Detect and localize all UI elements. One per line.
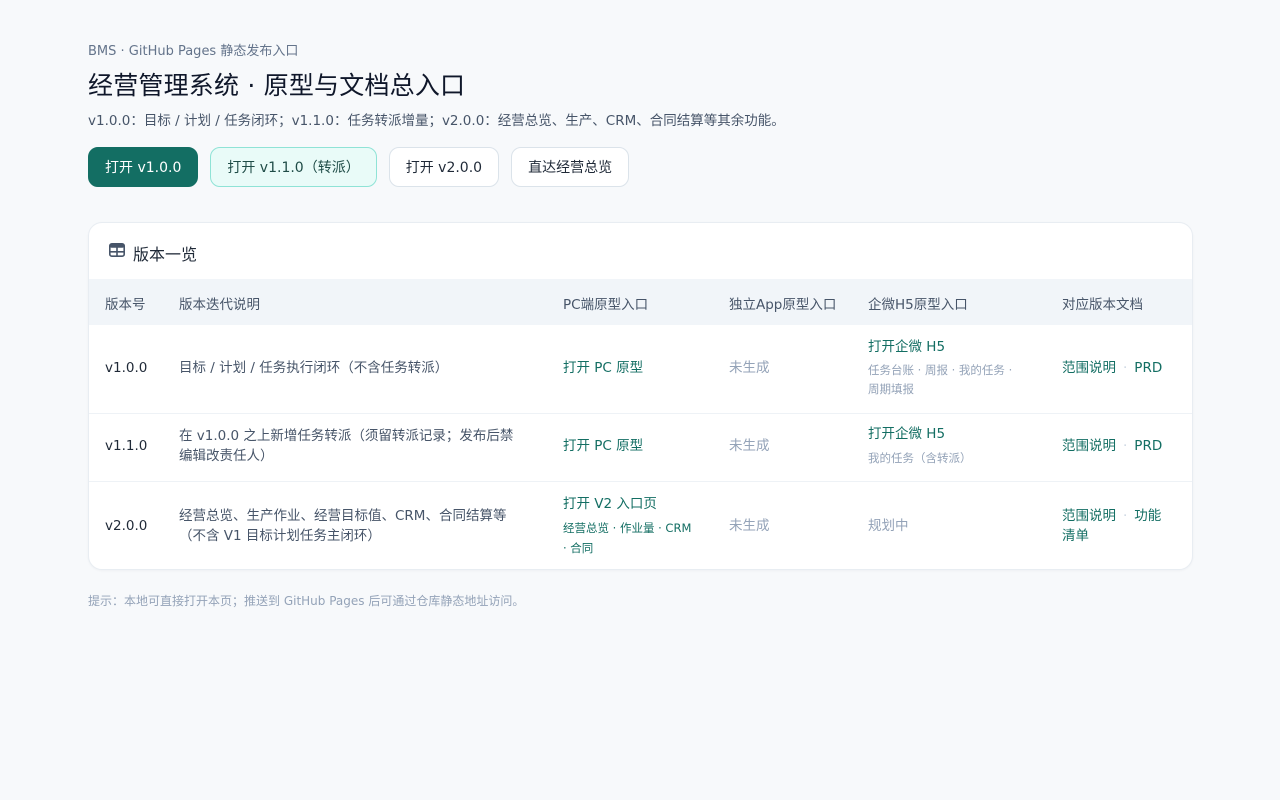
h5-note: 任务台账 · 周报 · 我的任务 · — [868, 363, 1013, 377]
h5-note: 我的任务（含转派） — [868, 451, 972, 465]
th-app-entry: 独立App原型入口 — [729, 297, 837, 313]
th-docs: 对应版本文档 — [1062, 297, 1143, 313]
scope-doc-link[interactable]: 范围说明 — [1062, 438, 1116, 454]
table-row: v1.0.0 目标 / 计划 / 任务执行闭环（不含任务转派） 打开 PC 原型… — [89, 325, 1192, 413]
card-header: 版本一览 — [89, 223, 1192, 279]
separator: · — [1123, 508, 1128, 524]
breadcrumb: BMS · GitHub Pages 静态发布入口 — [88, 44, 299, 59]
prd-doc-link[interactable]: PRD — [1134, 360, 1162, 376]
scope-doc-link[interactable]: 范围说明 — [1062, 360, 1116, 376]
go-business-overview-button[interactable]: 直达经营总览 — [511, 147, 630, 187]
version-number: v1.1.0 — [105, 438, 148, 454]
version-buttons: 打开 v1.0.0 打开 v1.1.0（转派） 打开 v2.0.0 直达经营总览 — [88, 147, 630, 187]
v2-module-links-cont[interactable]: · 合同 — [563, 538, 593, 558]
doc-links: 范围说明 · PRD — [1062, 358, 1162, 378]
version-description-cont: （不含 V1 目标计划任务主闭环） — [179, 528, 381, 544]
th-pc-entry: PC端原型入口 — [563, 297, 649, 313]
versions-card: 版本一览 版本号 版本迭代说明 PC端原型入口 独立App原型入口 企微H5原型… — [88, 222, 1193, 570]
open-pc-prototype-link[interactable]: 打开 PC 原型 — [563, 436, 643, 456]
version-description: 目标 / 计划 / 任务执行闭环（不含任务转派） — [179, 360, 449, 376]
version-description: 在 v1.0.0 之上新增任务转派（须留转派记录；发布后禁 — [179, 428, 514, 444]
version-description: 经营总览、生产作业、经营目标值、CRM、合同结算等 — [179, 508, 507, 524]
separator: · — [1123, 360, 1128, 376]
th-description: 版本迭代说明 — [179, 297, 260, 313]
app-status: 未生成 — [729, 360, 770, 376]
th-version: 版本号 — [105, 297, 146, 313]
footer-hint: 提示：本地可直接打开本页；推送到 GitHub Pages 后可通过仓库静态地址… — [88, 594, 525, 608]
open-h5-link[interactable]: 打开企微 H5 — [868, 337, 945, 357]
h5-note: 周期填报 — [868, 382, 914, 396]
th-h5-entry: 企微H5原型入口 — [868, 297, 968, 313]
open-v1-1-0-button[interactable]: 打开 v1.1.0（转派） — [210, 147, 377, 187]
page-subtitle: v1.0.0：目标 / 计划 / 任务闭环；v1.1.0：任务转派增量；v2.0… — [88, 113, 785, 129]
app-status: 未生成 — [729, 518, 770, 534]
open-v2-entry-link[interactable]: 打开 V2 入口页 — [563, 494, 657, 514]
doc-links: 范围说明 · 功能 — [1062, 506, 1161, 526]
scope-doc-link[interactable]: 范围说明 — [1062, 508, 1116, 524]
app-status: 未生成 — [729, 438, 770, 454]
separator: · — [1123, 438, 1128, 454]
table-row: v1.1.0 在 v1.0.0 之上新增任务转派（须留转派记录；发布后禁 编辑改… — [89, 413, 1192, 482]
table-row: v2.0.0 经营总览、生产作业、经营目标值、CRM、合同结算等 （不含 V1 … — [89, 481, 1192, 569]
v2-module-links[interactable]: 经营总览 · 作业量 · CRM — [563, 518, 691, 538]
open-h5-link[interactable]: 打开企微 H5 — [868, 424, 945, 444]
feature-list-doc-link[interactable]: 功能 — [1134, 508, 1161, 524]
doc-links: 范围说明 · PRD — [1062, 436, 1162, 456]
version-description-cont: 编辑改责任人） — [179, 448, 274, 464]
table-icon — [109, 243, 125, 257]
table-header: 版本号 版本迭代说明 PC端原型入口 独立App原型入口 企微H5原型入口 对应… — [89, 279, 1192, 325]
open-v2-0-0-button[interactable]: 打开 v2.0.0 — [388, 147, 500, 187]
version-number: v2.0.0 — [105, 518, 148, 534]
feature-list-doc-link-cont[interactable]: 清单 — [1062, 526, 1089, 546]
page-title: 经营管理系统 · 原型与文档总入口 — [88, 71, 466, 100]
h5-status: 规划中 — [868, 518, 909, 534]
open-pc-prototype-link[interactable]: 打开 PC 原型 — [563, 358, 643, 378]
card-title: 版本一览 — [133, 245, 198, 264]
version-number: v1.0.0 — [105, 360, 148, 376]
open-v1-0-0-button[interactable]: 打开 v1.0.0 — [88, 147, 199, 187]
prd-doc-link[interactable]: PRD — [1134, 438, 1162, 454]
